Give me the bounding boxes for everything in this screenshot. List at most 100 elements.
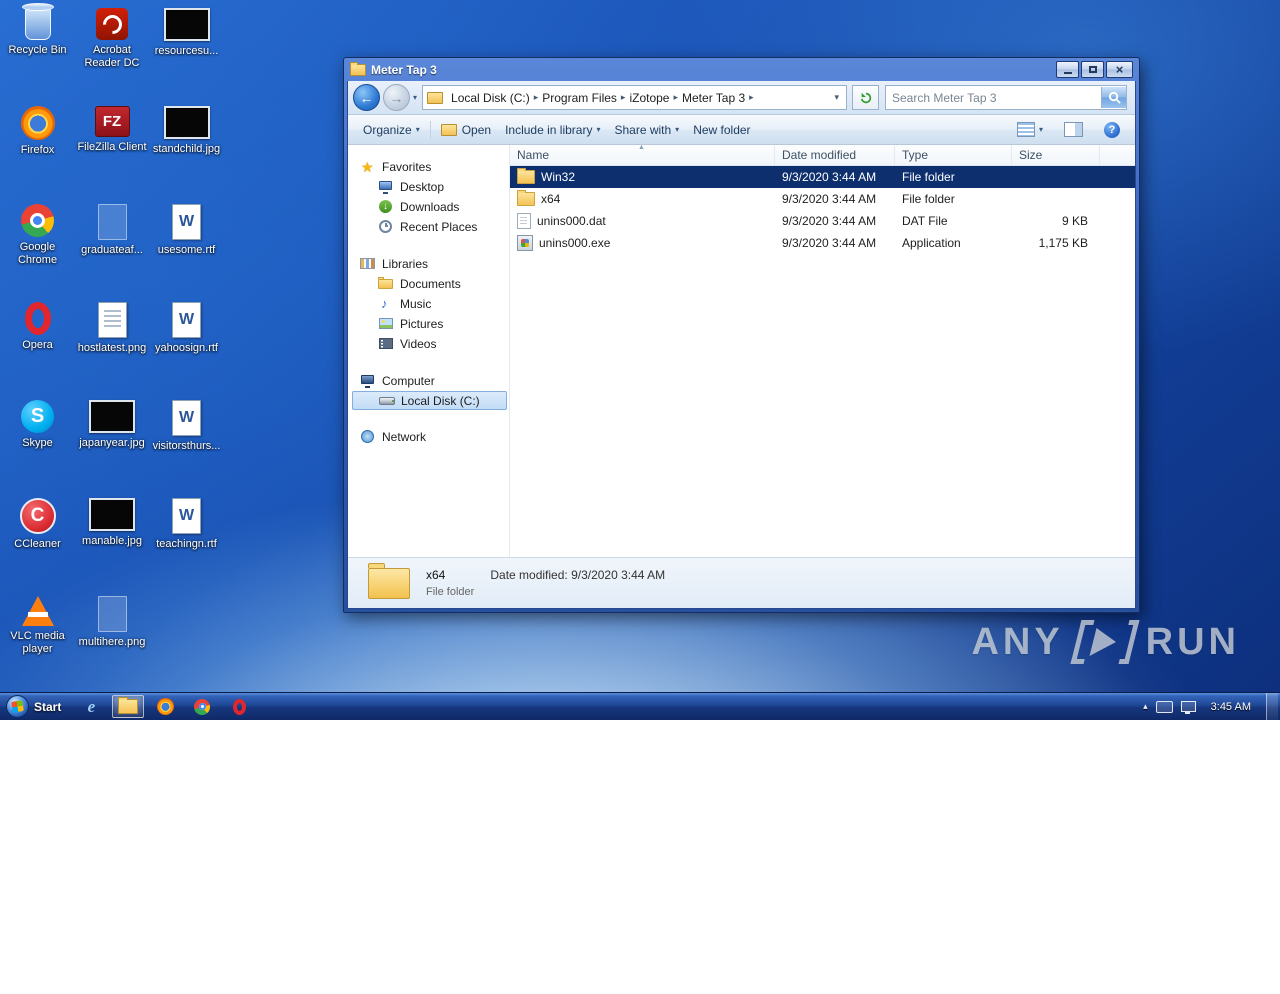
nav-item-music[interactable]: Music [348,294,509,314]
open-button[interactable]: Open [434,120,498,140]
forward-button[interactable]: → [383,84,410,111]
tray-overflow-icon[interactable]: ▴ [1143,701,1148,712]
nav-item-libraries[interactable]: Libraries [348,254,509,274]
nav-item-documents[interactable]: Documents [348,274,509,294]
address-bar[interactable]: Local Disk (C:) Program Files iZotope Meter… [422,85,847,110]
desktop-icon-word[interactable]: teachingn.rtf [150,498,223,551]
vlc-icon [22,596,54,626]
nav-item-pictures[interactable]: Pictures [348,314,509,334]
nav-item-recent[interactable]: Recent Places [348,217,509,237]
desktop-icon-image[interactable]: standchild.jpg [150,106,223,156]
nav-item-desktop[interactable]: Desktop [348,177,509,197]
file-name: x64 [541,192,560,206]
back-button[interactable]: ← [353,84,380,111]
search-input[interactable] [886,91,1101,105]
maximize-button[interactable] [1081,61,1104,78]
desktop-icon-word[interactable]: usesome.rtf [150,204,223,257]
file-name-cell: unins000.exe [510,232,775,254]
breadcrumb-item[interactable]: Meter Tap 3 [679,91,748,105]
file-row[interactable]: Win329/3/2020 3:44 AMFile folder [510,166,1135,188]
clock[interactable]: 3:45 AM [1204,701,1258,713]
breadcrumb-item[interactable]: Local Disk (C:) [448,91,533,105]
desktop-icon-vlc[interactable]: VLC media player [1,596,74,656]
taskbar-app-chrome[interactable] [186,695,218,718]
network-tray-icon[interactable] [1181,701,1196,712]
desktop-icon-recycle[interactable]: Recycle Bin [1,8,74,57]
keyboard-tray-icon[interactable] [1156,701,1173,713]
details-name: x64 [426,568,445,582]
close-button[interactable] [1106,61,1133,78]
chrome-icon [194,699,210,715]
desktop-icon-label: Google Chrome [1,241,74,267]
new-folder-button[interactable]: New folder [686,120,757,140]
desktop-icon-opera[interactable]: Opera [1,302,74,352]
help-button[interactable] [1097,119,1127,141]
file-row[interactable]: x649/3/2020 3:44 AMFile folder [510,188,1135,210]
window-titlebar[interactable]: Meter Tap 3 [347,58,1136,81]
nav-item-downloads[interactable]: Downloads [348,197,509,217]
file-row[interactable]: unins000.dat9/3/2020 3:44 AMDAT File9 KB [510,210,1135,232]
organize-button[interactable]: Organize [356,120,427,140]
taskbar-app-explorer[interactable] [112,695,144,718]
column-header-date-modified[interactable]: Date modified [775,145,895,165]
refresh-button[interactable] [852,85,879,110]
desktop-icon-image[interactable]: manable.jpg [76,498,149,548]
desktop-icon-label: Acrobat Reader DC [76,44,149,70]
sort-arrow-icon: ▲ [638,144,645,151]
search-button[interactable] [1101,87,1126,108]
column-header-name[interactable]: ▲Name [510,145,775,165]
nav-item-disk[interactable]: Local Disk (C:) [352,391,507,410]
desktop-icon-label: teachingn.rtf [156,538,217,551]
desktop-icon-chrome[interactable]: Google Chrome [1,204,74,267]
nav-item-favorites[interactable]: Favorites [348,157,509,177]
desktop-icon-page[interactable]: hostlatest.png [76,302,149,355]
address-dropdown-icon[interactable] [829,92,844,103]
open-folder-icon [441,124,457,136]
toolbar-separator [430,121,431,139]
nav-item-computer[interactable]: Computer [348,371,509,391]
documents-icon [378,276,395,292]
minimize-button[interactable] [1056,61,1079,78]
taskbar-app-ie[interactable] [75,695,107,718]
breadcrumb-arrow-icon[interactable] [748,92,755,103]
address-row: ← → ▾ Local Disk (C:) Program Files iZotop… [348,81,1135,115]
include-in-library-button[interactable]: Include in library [498,120,607,140]
taskbar-app-firefox[interactable] [149,695,181,718]
show-desktop-button[interactable] [1266,693,1278,720]
desktop-icon-ghost[interactable]: graduateaf... [76,204,149,257]
share-with-button[interactable]: Share with [607,120,686,140]
breadcrumb-item[interactable]: iZotope [626,91,672,105]
column-headers: ▲NameDate modifiedTypeSize [510,145,1135,166]
nav-item-label: Local Disk (C:) [401,394,480,408]
nav-item-label: Network [382,430,426,444]
preview-pane-button[interactable] [1057,119,1090,140]
explorer-icon [118,699,138,714]
desktop-icon-skype[interactable]: Skype [1,400,74,450]
desktop-icon-label: resourcesu... [155,45,219,58]
word-icon [172,498,201,534]
desktop-icon-image[interactable]: resourcesu... [150,8,223,58]
taskbar-app-opera[interactable] [223,695,255,718]
breadcrumb: Local Disk (C:) Program Files iZotope Meter… [448,91,755,105]
desktop-icon-acrobat[interactable]: Acrobat Reader DC [76,8,149,70]
column-header-size[interactable]: Size [1012,145,1100,165]
start-button[interactable]: Start [0,693,71,720]
desktop-icon-word[interactable]: yahoosign.rtf [150,302,223,355]
file-row[interactable]: unins000.exe9/3/2020 3:44 AMApplication1… [510,232,1135,254]
desktop-icon-filezilla[interactable]: FileZilla Client [76,106,149,154]
ie-icon [88,698,96,715]
downloads-icon [378,199,395,215]
desktop-icon-label: manable.jpg [82,535,142,548]
history-dropdown-icon[interactable]: ▾ [410,93,422,102]
nav-group-libraries: LibrariesDocumentsMusicPicturesVideos [348,254,509,354]
desktop-icon-word[interactable]: visitorsthurs... [150,400,223,453]
column-header-type[interactable]: Type [895,145,1012,165]
breadcrumb-item[interactable]: Program Files [539,91,620,105]
desktop-icon-firefox[interactable]: Firefox [1,106,74,157]
desktop-icon-ghost[interactable]: multihere.png [76,596,149,649]
change-view-button[interactable] [1010,119,1050,140]
nav-item-videos[interactable]: Videos [348,334,509,354]
desktop-icon-ccleaner[interactable]: CCleaner [1,498,74,551]
nav-item-network[interactable]: Network [348,427,509,447]
desktop-icon-image[interactable]: japanyear.jpg [76,400,149,450]
